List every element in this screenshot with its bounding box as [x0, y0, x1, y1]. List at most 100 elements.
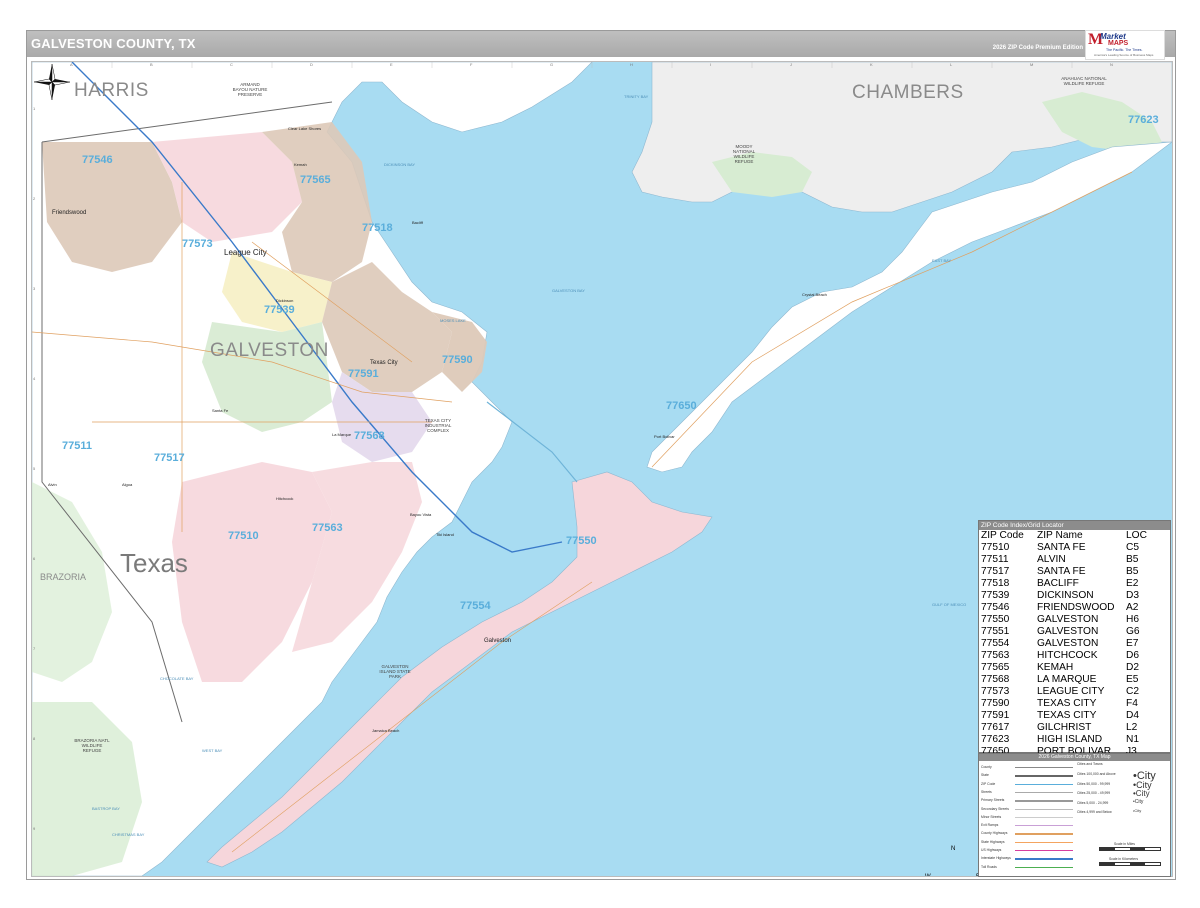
- legend-item-swatch: [1015, 808, 1073, 810]
- zip-name-cell: TEXAS CITY: [1037, 698, 1097, 709]
- legend-item-swatch: [1015, 841, 1073, 844]
- zip-code-cell: 77511: [981, 554, 1009, 565]
- grid-letter: F: [470, 62, 473, 67]
- grid-number: 1: [33, 106, 36, 111]
- zip-name-cell: TEXAS CITY: [1037, 710, 1097, 721]
- loc-cell: F4: [1126, 698, 1138, 709]
- city-label: Jamaica Beach: [372, 728, 400, 733]
- loc-cell: H6: [1126, 614, 1140, 625]
- loc-cell: E5: [1126, 674, 1139, 685]
- park-label: GALVESTON ISLAND STATE PARK: [379, 664, 411, 679]
- water-label: GULF OF MEXICO: [932, 602, 967, 607]
- water-label: CHRISTMAS BAY: [112, 832, 145, 837]
- zip-code-cell: 77591: [981, 710, 1010, 721]
- city-label: Friendswood: [52, 210, 87, 216]
- column-header: ZIP Name: [1037, 530, 1083, 541]
- zip-name-cell: SANTA FE: [1037, 542, 1086, 553]
- zip-code-cell: 77568: [981, 674, 1010, 685]
- park-label: MOODY NATIONAL WILDLIFE REFUGE: [732, 144, 756, 164]
- map-legend: 2026 Galveston County, TX Map County Stat…: [978, 753, 1171, 877]
- grid-number: 2: [33, 196, 36, 201]
- city-label: Santa Fe: [212, 408, 229, 413]
- zip-code-cell: 77518: [981, 578, 1010, 589]
- loc-cell: D3: [1126, 590, 1140, 601]
- index-row: 77551 GALVESTON G6: [979, 626, 1170, 638]
- legend-item-swatch: [1015, 825, 1073, 827]
- column-header: ZIP Code: [981, 530, 1024, 541]
- map-title: GALVESTON COUNTY, TX: [31, 36, 196, 51]
- loc-cell: E2: [1126, 578, 1139, 589]
- zip-code-cell: 77563: [981, 650, 1010, 661]
- legend-item-label: Exit Ramps: [981, 823, 999, 828]
- index-row: 77511 ALVIN B5: [979, 554, 1170, 566]
- zip-name-cell: DICKINSON: [1037, 590, 1094, 601]
- grid-letter: M: [1030, 62, 1034, 67]
- index-column-headers: ZIP Code ZIP Name LOC: [979, 530, 1170, 542]
- city-label: League City: [224, 248, 267, 257]
- city-label: Tiki Island: [436, 532, 454, 537]
- legend-item-label: State Highways: [981, 839, 1005, 844]
- grid-number: 6: [33, 556, 36, 561]
- legend-cities-head: Cities and Towns: [1077, 762, 1103, 766]
- park-label: TEXAS CITY INDUSTRIAL COMPLEX: [424, 418, 452, 433]
- state-label: Texas: [120, 548, 188, 578]
- legend-city-size-label: Cities 100,000 and Above: [1077, 772, 1116, 776]
- zip-name-cell: KEMAH: [1037, 662, 1074, 673]
- compass-rose-icon: [33, 63, 71, 101]
- county-label-harris: HARRIS: [74, 80, 149, 101]
- grid-number: 3: [33, 286, 36, 291]
- legend-city-size-label: Cities 25,000 - 49,999: [1077, 791, 1111, 795]
- zip-label: 77623: [1128, 114, 1159, 126]
- index-rows: 77510 SANTA FE C5 77511 ALVIN B5 77517 SANTA FE…: [979, 542, 1170, 758]
- loc-cell: G6: [1126, 626, 1140, 637]
- index-row: 77573 LEAGUE CITY C2: [979, 686, 1170, 698]
- city-label: Dickinson: [276, 298, 294, 303]
- loc-cell: E7: [1126, 638, 1139, 649]
- city-label: Texas City: [370, 360, 398, 366]
- logo-sub: America's Leading Source of Business Map…: [1094, 53, 1154, 57]
- column-header: LOC: [1126, 530, 1147, 541]
- zip-label: 77591: [348, 368, 379, 380]
- city-label: Algoa: [122, 482, 133, 487]
- loc-cell: L2: [1126, 722, 1138, 733]
- legend-item-label: Primary Streets: [981, 798, 1005, 803]
- edition-label: 2026 ZIP Code Premium Edition: [992, 45, 1083, 51]
- zip-label: 77650: [666, 400, 697, 412]
- city-label: Crystal Beach: [802, 292, 827, 297]
- loc-cell: D6: [1126, 650, 1140, 661]
- zip-label: 77546: [82, 154, 113, 166]
- zip-name-cell: GALVESTON: [1037, 626, 1099, 637]
- water-label: WEST BAY: [202, 748, 223, 753]
- legend-city-size-label: Cities 4,999 and Below: [1077, 810, 1112, 814]
- grid-number: 7: [33, 646, 36, 651]
- index-row: 77591 TEXAS CITY D4: [979, 710, 1170, 722]
- index-row: 77510 SANTA FE C5: [979, 542, 1170, 554]
- grid-letter: B: [150, 62, 153, 67]
- legend-item-swatch: [1015, 783, 1073, 785]
- zip-code-cell: 77573: [981, 686, 1010, 697]
- legend-item-label: Secondary Streets: [981, 806, 1009, 811]
- zip-label: 77565: [300, 174, 331, 186]
- index-row: 77568 LA MARQUE E5: [979, 674, 1170, 686]
- zip-label: 77539: [264, 304, 295, 316]
- legend-item-label: US Highways: [981, 848, 1002, 852]
- grid-letter: K: [870, 62, 873, 67]
- zip-name-cell: GILCHRIST: [1037, 722, 1092, 733]
- legend-header: 2026 Galveston County, TX Map: [979, 754, 1170, 761]
- zip-code-cell: 77623: [981, 734, 1010, 745]
- park-label: BRAZORIA NATL WILDLIFE REFUGE: [74, 738, 110, 753]
- grid-letter: L: [950, 62, 953, 67]
- zip-code-cell: 77565: [981, 662, 1010, 673]
- water-label: EAST BAY: [932, 258, 952, 263]
- legend-item-label: County Highways: [981, 831, 1008, 836]
- zip-index-table: ZIP Code Index/Grid Locator ZIP Code ZIP…: [978, 520, 1171, 757]
- loc-cell: C5: [1126, 542, 1140, 553]
- park-label: ARMAND BAYOU NATURE PRESERVE: [232, 82, 268, 97]
- zip-code-cell: 77550: [981, 614, 1010, 625]
- legend-city-sample: •City: [1133, 789, 1150, 798]
- city-label: Hitchcock: [276, 496, 294, 501]
- zip-code-cell: 77510: [981, 542, 1010, 553]
- zip-label: 77554: [460, 600, 491, 612]
- zip-name-cell: FRIENDSWOOD: [1037, 602, 1115, 613]
- map-frame: GALVESTON COUNTY, TX 2026 ZIP Code Premi…: [26, 30, 1176, 880]
